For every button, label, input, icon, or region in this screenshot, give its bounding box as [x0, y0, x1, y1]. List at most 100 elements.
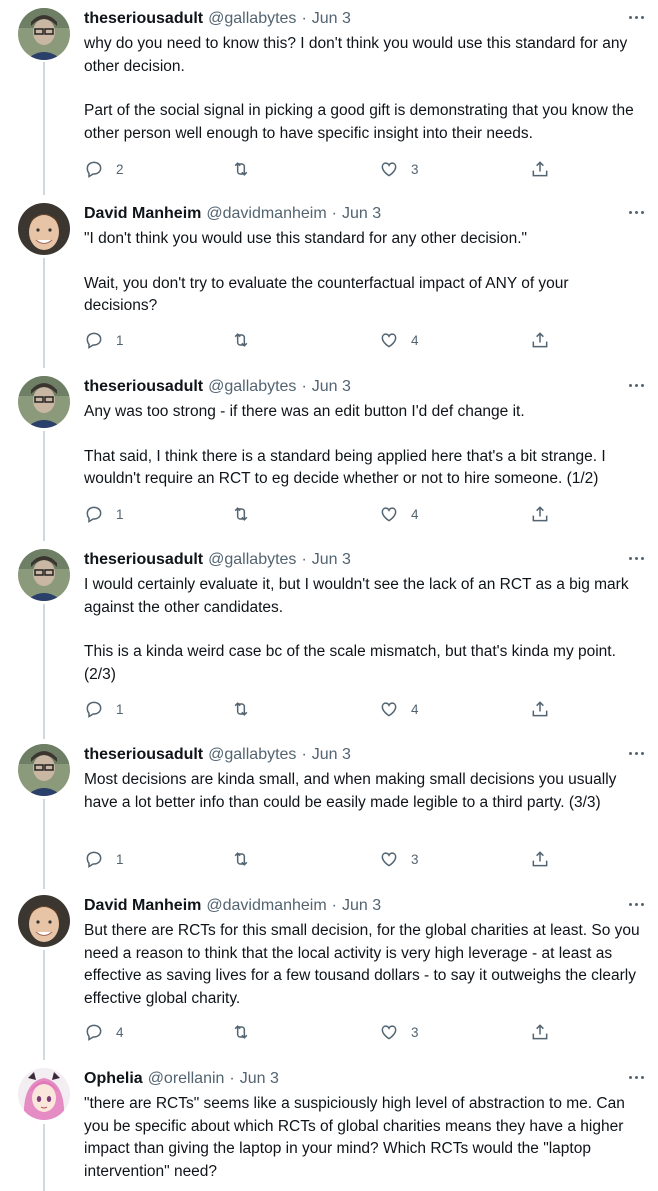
reply-icon [86, 506, 102, 523]
separator: · [301, 378, 307, 395]
like-button[interactable]: 4 [379, 503, 419, 525]
tweet-text: Any was too strong - if there was an edi… [84, 401, 644, 491]
reply-count: 1 [116, 506, 124, 522]
like-button[interactable]: 4 [379, 329, 419, 351]
author-handle[interactable]: @gallabytes [208, 744, 296, 766]
share-button[interactable] [530, 158, 550, 180]
author-handle[interactable]: @gallabytes [208, 8, 296, 30]
reply-button[interactable]: 4 [84, 1021, 124, 1043]
share-button[interactable] [530, 848, 550, 870]
tweet-paragraph: Most decisions are kinda small, and when… [84, 771, 617, 811]
thread-line [43, 258, 45, 368]
thread-line [43, 950, 45, 1060]
separator: · [331, 205, 337, 222]
retweet-icon [234, 333, 248, 347]
avatar[interactable] [18, 376, 70, 428]
retweet-button[interactable] [231, 503, 251, 525]
author-name[interactable]: David Manheim [84, 895, 201, 917]
more-icon[interactable] [629, 1076, 644, 1079]
avatar[interactable] [18, 895, 70, 947]
avatar[interactable] [18, 744, 70, 796]
more-icon[interactable] [629, 752, 644, 755]
more-icon[interactable] [629, 16, 644, 19]
thread-line [43, 431, 45, 541]
heart-icon [381, 333, 397, 348]
tweet-paragraph: But there are RCTs for this small decisi… [84, 922, 640, 1007]
reply-icon [86, 332, 102, 349]
author-handle[interactable]: @orellanin [148, 1068, 225, 1090]
retweet-icon [234, 852, 248, 866]
reply-button[interactable]: 2 [84, 158, 124, 180]
share-button[interactable] [530, 503, 550, 525]
retweet-icon [234, 1025, 248, 1039]
share-icon [532, 701, 548, 717]
heart-icon [381, 852, 397, 867]
author-name[interactable]: theseriousadult [84, 376, 203, 398]
tweet-paragraph: Any was too strong - if there was an edi… [84, 403, 525, 420]
like-count: 3 [411, 1024, 419, 1040]
reply-count: 4 [116, 1024, 124, 1040]
avatar[interactable] [18, 549, 70, 601]
author-name[interactable]: David Manheim [84, 203, 201, 225]
tweet-paragraph: Wait, you don't try to evaluate the coun… [84, 274, 569, 315]
separator: · [331, 897, 337, 914]
reply-button[interactable]: 1 [84, 848, 124, 870]
more-icon[interactable] [629, 211, 644, 214]
like-button[interactable]: 3 [379, 1021, 419, 1043]
share-icon [532, 332, 548, 348]
like-count: 4 [411, 506, 419, 522]
share-button[interactable] [530, 1021, 550, 1043]
author-handle[interactable]: @davidmanheim [206, 895, 326, 917]
tweet-date[interactable]: Jun 3 [312, 8, 351, 30]
retweet-button[interactable] [231, 848, 251, 870]
reply-count: 1 [116, 701, 124, 717]
retweet-button[interactable] [231, 158, 251, 180]
thread-line [43, 799, 45, 889]
like-count: 4 [411, 332, 419, 348]
avatar[interactable] [18, 1068, 70, 1120]
avatar[interactable] [18, 203, 70, 255]
author-name[interactable]: theseriousadult [84, 8, 203, 30]
more-icon[interactable] [629, 384, 644, 387]
author-name[interactable]: Ophelia [84, 1068, 143, 1090]
retweet-button[interactable] [231, 698, 251, 720]
tweet-date[interactable]: Jun 3 [342, 203, 381, 225]
retweet-button[interactable] [231, 1021, 251, 1043]
separator: · [301, 10, 307, 27]
tweet-paragraph: This is a kinda weird case bc of the sca… [84, 643, 616, 683]
retweet-button[interactable] [231, 329, 251, 351]
tweet-text: why do you need to know this? I don't th… [84, 33, 644, 145]
tweet-paragraph: I would certainly evaluate it, but I wou… [84, 576, 629, 616]
author-handle[interactable]: @gallabytes [208, 549, 296, 571]
like-button[interactable]: 3 [379, 848, 419, 870]
heart-icon [381, 702, 397, 717]
reply-button[interactable]: 1 [84, 698, 124, 720]
tweet-date[interactable]: Jun 3 [312, 744, 351, 766]
more-icon[interactable] [629, 557, 644, 560]
reply-button[interactable]: 1 [84, 503, 124, 525]
avatar[interactable] [18, 8, 70, 60]
share-button[interactable] [530, 329, 550, 351]
like-count: 3 [411, 851, 419, 867]
separator: · [301, 551, 307, 568]
reply-icon [86, 1024, 102, 1041]
tweet-date[interactable]: Jun 3 [312, 376, 351, 398]
reply-button[interactable]: 1 [84, 329, 124, 351]
author-handle[interactable]: @davidmanheim [206, 203, 326, 225]
author-handle[interactable]: @gallabytes [208, 376, 296, 398]
like-button[interactable]: 4 [379, 698, 419, 720]
more-icon[interactable] [629, 903, 644, 906]
tweet-date[interactable]: Jun 3 [240, 1068, 279, 1090]
share-button[interactable] [530, 698, 550, 720]
tweet-date[interactable]: Jun 3 [342, 895, 381, 917]
tweet-date[interactable]: Jun 3 [312, 549, 351, 571]
author-name[interactable]: theseriousadult [84, 549, 203, 571]
share-icon [532, 1024, 548, 1040]
share-icon [532, 161, 548, 177]
retweet-icon [234, 162, 248, 176]
separator: · [229, 1070, 235, 1087]
author-name[interactable]: theseriousadult [84, 744, 203, 766]
tweet-paragraph: "there are RCTs" seems like a suspicious… [84, 1095, 625, 1180]
retweet-icon [234, 507, 248, 521]
like-button[interactable]: 3 [379, 158, 419, 180]
